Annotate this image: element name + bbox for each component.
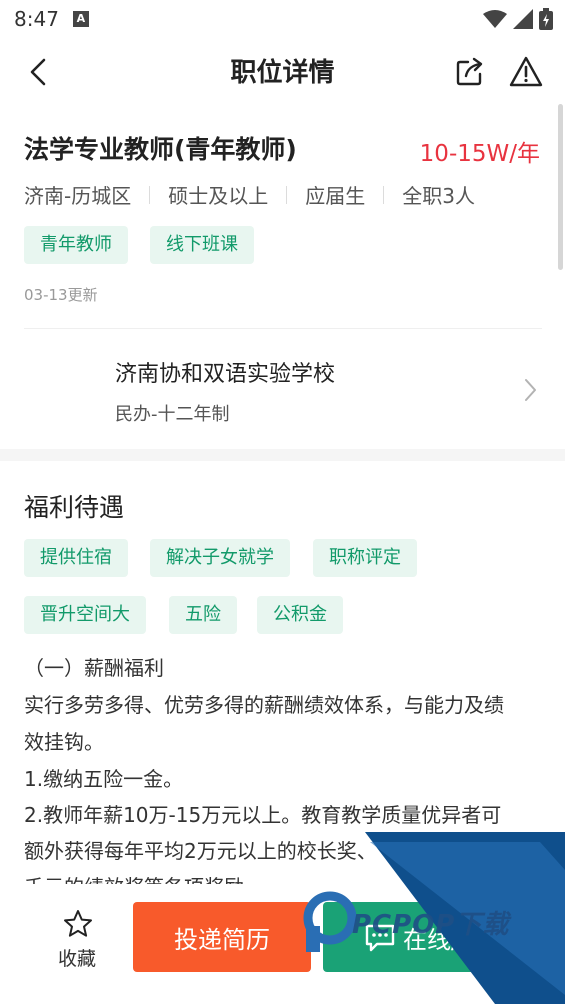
warning-icon[interactable] — [508, 54, 544, 90]
job-title: 法学专业教师(青年教师) — [24, 135, 297, 164]
update-time: 03-13更新 — [24, 286, 98, 304]
favorite-label[interactable]: 收藏 — [58, 944, 96, 971]
section-divider — [0, 449, 565, 461]
welfare-text-line: 额外获得每年平均2万元以上的校长奖、 — [24, 839, 377, 863]
notification-icon: A — [72, 11, 89, 27]
status-bar: 8:47 A — [0, 0, 565, 38]
nav-bar: 职位详情 — [0, 40, 565, 102]
welfare-tag: 职称评定 — [313, 539, 417, 577]
welfare-tag: 五险 — [169, 596, 237, 634]
divider — [24, 328, 542, 329]
status-icons — [483, 8, 553, 30]
meta-divider — [149, 185, 151, 204]
apply-resume-button[interactable]: 投递简历 — [133, 902, 311, 972]
welfare-text-line: （一）薪酬福利 — [24, 656, 164, 680]
job-meta: 济南-历城区 硕士及以上 应届生 全职3人 — [24, 180, 475, 209]
signal-icon — [513, 9, 533, 29]
welfare-tag: 解决子女就学 — [150, 539, 290, 577]
welfare-tag: 晋升空间大 — [24, 596, 146, 634]
job-education: 硕士及以上 — [168, 184, 269, 208]
school-type: 民办-十二年制 — [115, 404, 230, 425]
wifi-icon — [483, 10, 507, 28]
job-experience: 应届生 — [305, 184, 366, 208]
welfare-text-line: 实行多劳多得、优劳多得的薪酬绩效体系，与能力及绩 — [24, 693, 504, 717]
apply-button-label: 投递简历 — [174, 925, 270, 954]
status-time: 8:47 — [14, 7, 59, 31]
scrollbar[interactable] — [558, 104, 563, 270]
school-name[interactable]: 济南协和双语实验学校 — [115, 356, 335, 388]
job-tag: 青年教师 — [24, 226, 128, 264]
welfare-tag: 提供住宿 — [24, 539, 128, 577]
star-icon[interactable] — [62, 908, 94, 940]
share-icon[interactable] — [452, 54, 488, 90]
watermark-text: PCPOP下载 — [352, 910, 510, 940]
welfare-text-line: 1.缴纳五险一金。 — [24, 767, 184, 791]
meta-divider — [286, 185, 288, 204]
job-tag: 线下班课 — [150, 226, 254, 264]
welfare-title: 福利待遇 — [24, 493, 125, 522]
welfare-tag: 公积金 — [257, 596, 343, 634]
welfare-text-line: 效挂钩。 — [24, 730, 104, 754]
chevron-right-icon[interactable] — [518, 376, 542, 404]
job-headcount: 全职3人 — [402, 184, 475, 208]
meta-divider — [383, 185, 385, 204]
battery-icon — [539, 8, 553, 30]
welfare-text-line: 2.教师年薪10万-15万元以上。教育教学质量优异者可 — [24, 803, 502, 827]
job-salary: 10-15W/年 — [419, 141, 540, 167]
job-location: 济南-历城区 — [24, 184, 132, 208]
